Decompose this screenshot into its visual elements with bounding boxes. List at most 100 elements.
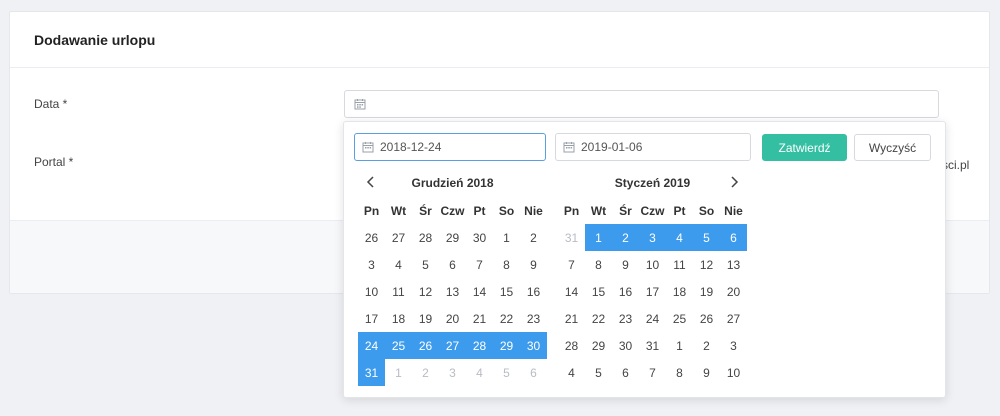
calendar-day-selected[interactable]: 28 — [466, 332, 493, 359]
calendar-day[interactable]: 10 — [720, 359, 747, 386]
calendar-day[interactable]: 1 — [493, 224, 520, 251]
calendar-day[interactable]: 13 — [720, 251, 747, 278]
calendar-day[interactable]: 7 — [558, 251, 585, 278]
calendar-day[interactable]: 14 — [466, 278, 493, 305]
calendar-day[interactable]: 10 — [639, 251, 666, 278]
calendar-day[interactable]: 31 — [639, 332, 666, 359]
calendar-day-selected[interactable]: 3 — [639, 224, 666, 251]
calendar-day[interactable]: 29 — [585, 332, 612, 359]
calendar-day-selected[interactable]: 25 — [385, 332, 412, 359]
calendar-day[interactable]: 2 — [520, 224, 547, 251]
calendar-day[interactable]: 20 — [720, 278, 747, 305]
calendar-day[interactable]: 15 — [585, 278, 612, 305]
calendar-day[interactable]: 23 — [612, 305, 639, 332]
calendar-day[interactable]: 31 — [558, 224, 585, 251]
portal-label: Portal * — [34, 155, 74, 169]
calendar-day[interactable]: 27 — [385, 224, 412, 251]
calendar-day-selected[interactable]: 4 — [666, 224, 693, 251]
calendar-day[interactable]: 4 — [385, 251, 412, 278]
calendar-day[interactable]: 17 — [358, 305, 385, 332]
calendar-day[interactable]: 4 — [558, 359, 585, 386]
weekday-label: Pt — [473, 204, 486, 218]
calendar-day-selected[interactable]: 30 — [520, 332, 547, 359]
calendar-day[interactable]: 25 — [666, 305, 693, 332]
calendar-day[interactable]: 26 — [693, 305, 720, 332]
calendar-day[interactable]: 9 — [693, 359, 720, 386]
calendar-day[interactable]: 9 — [612, 251, 639, 278]
calendar-day[interactable]: 13 — [439, 278, 466, 305]
weekday-header-row: Pn Wt Śr Czw Pt So Nie — [558, 198, 747, 224]
calendar-day[interactable]: 8 — [585, 251, 612, 278]
calendar-day[interactable]: 6 — [439, 251, 466, 278]
clear-button[interactable]: Wyczyść — [854, 134, 931, 161]
calendar-day[interactable]: 5 — [585, 359, 612, 386]
calendar-day[interactable]: 18 — [666, 278, 693, 305]
weekday-label: Śr — [619, 204, 632, 218]
calendar-day[interactable]: 24 — [639, 305, 666, 332]
calendar-day[interactable]: 12 — [693, 251, 720, 278]
end-date-value: 2019-01-06 — [581, 140, 643, 154]
calendar-day[interactable]: 16 — [612, 278, 639, 305]
calendar-day[interactable]: 6 — [520, 359, 547, 386]
calendar-day[interactable]: 7 — [639, 359, 666, 386]
calendar-day[interactable]: 19 — [412, 305, 439, 332]
calendar-day[interactable]: 15 — [493, 278, 520, 305]
calendar-day[interactable]: 1 — [385, 359, 412, 386]
calendar-day-selected[interactable]: 5 — [693, 224, 720, 251]
calendar-day[interactable]: 28 — [558, 332, 585, 359]
calendar-day-selected[interactable]: 27 — [439, 332, 466, 359]
weekday-label: So — [498, 204, 515, 218]
calendar-day[interactable]: 17 — [639, 278, 666, 305]
calendar-day[interactable]: 11 — [385, 278, 412, 305]
calendar-day[interactable]: 22 — [585, 305, 612, 332]
calendar-day-selected[interactable]: 24 — [358, 332, 385, 359]
calendar-day[interactable]: 7 — [466, 251, 493, 278]
calendar-day[interactable]: 8 — [666, 359, 693, 386]
calendar-day[interactable]: 1 — [666, 332, 693, 359]
calendar-day-selected[interactable]: 2 — [612, 224, 639, 251]
calendar-day[interactable]: 6 — [612, 359, 639, 386]
calendar-day[interactable]: 19 — [693, 278, 720, 305]
calendar-day[interactable]: 20 — [439, 305, 466, 332]
calendar-day-selected[interactable]: 6 — [720, 224, 747, 251]
calendar-day[interactable]: 21 — [466, 305, 493, 332]
calendar-day[interactable]: 21 — [558, 305, 585, 332]
calendar-day[interactable]: 11 — [666, 251, 693, 278]
calendar-day[interactable]: 3 — [358, 251, 385, 278]
calendar-day[interactable]: 5 — [493, 359, 520, 386]
date-range-input[interactable] — [344, 90, 939, 118]
calendar-day[interactable]: 9 — [520, 251, 547, 278]
start-date-input[interactable]: 2018-12-24 — [354, 133, 546, 161]
calendar-day[interactable]: 18 — [385, 305, 412, 332]
end-date-input[interactable]: 2019-01-06 — [555, 133, 751, 161]
calendar-day[interactable]: 2 — [412, 359, 439, 386]
calendar-day[interactable]: 16 — [520, 278, 547, 305]
calendar-day[interactable]: 30 — [466, 224, 493, 251]
calendar-day[interactable]: 26 — [358, 224, 385, 251]
calendar-week-row: 17 18 19 20 21 22 23 — [358, 305, 547, 332]
calendar-day[interactable]: 10 — [358, 278, 385, 305]
calendar-day-selected[interactable]: 31 — [358, 359, 385, 386]
calendar-day[interactable]: 8 — [493, 251, 520, 278]
calendar-day[interactable]: 30 — [612, 332, 639, 359]
calendar-day-selected[interactable]: 29 — [493, 332, 520, 359]
calendar-day[interactable]: 23 — [520, 305, 547, 332]
calendar-day[interactable]: 27 — [720, 305, 747, 332]
calendar-day[interactable]: 22 — [493, 305, 520, 332]
calendar-day[interactable]: 4 — [466, 359, 493, 386]
weekday-label: Pn — [363, 204, 380, 218]
calendar-day-selected[interactable]: 1 — [585, 224, 612, 251]
calendar-day[interactable]: 12 — [412, 278, 439, 305]
weekday-header-row: Pn Wt Śr Czw Pt So Nie — [358, 198, 547, 224]
calendar-day-selected[interactable]: 26 — [412, 332, 439, 359]
weekday-label: Nie — [524, 204, 543, 218]
calendar-day[interactable]: 2 — [693, 332, 720, 359]
calendar-day[interactable]: 29 — [439, 224, 466, 251]
calendar-day[interactable]: 3 — [720, 332, 747, 359]
calendar-day[interactable]: 14 — [558, 278, 585, 305]
calendar-day[interactable]: 3 — [439, 359, 466, 386]
calendar-day[interactable]: 28 — [412, 224, 439, 251]
calendar-day[interactable]: 5 — [412, 251, 439, 278]
confirm-button[interactable]: Zatwierdź — [762, 134, 847, 161]
calendar-icon — [563, 142, 575, 153]
